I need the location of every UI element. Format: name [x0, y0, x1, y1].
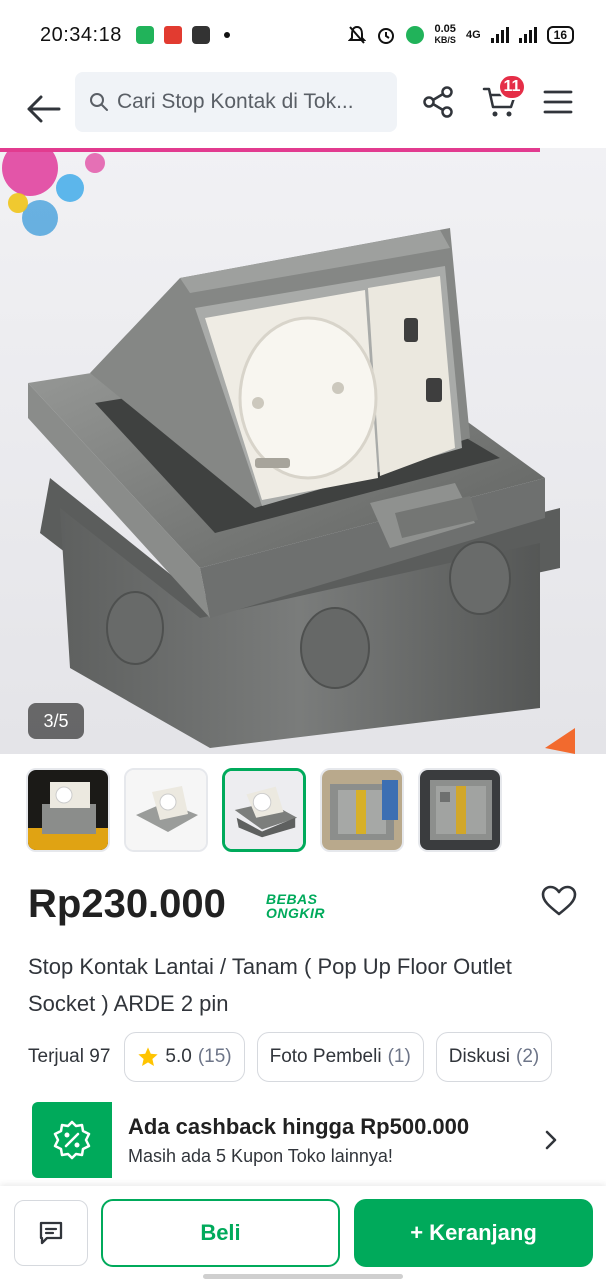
signal-icon — [490, 27, 509, 43]
thumbnail-5[interactable] — [418, 768, 502, 852]
thumbnail-strip — [26, 768, 502, 852]
cart-button[interactable]: 11 — [472, 74, 528, 130]
coupon-icon — [32, 1102, 112, 1178]
wishlist-button[interactable] — [538, 880, 580, 922]
vpn-icon — [406, 26, 425, 44]
product-image-gallery[interactable]: 3/5 — [0, 148, 606, 754]
thumbnail-image — [420, 770, 500, 850]
arrow-left-icon — [27, 95, 61, 123]
notification-icons — [135, 26, 230, 44]
thumbnail-4[interactable] — [320, 768, 404, 852]
cart-count-badge: 11 — [498, 74, 526, 100]
heart-icon — [541, 885, 577, 916]
network-type: 4G — [465, 29, 481, 41]
buy-now-button[interactable]: Beli — [101, 1199, 340, 1267]
rating-chip[interactable]: 5.0 (15) — [124, 1032, 245, 1082]
free-shipping-line1: BEBAS — [266, 891, 318, 907]
network-speed-value: 0.05 — [434, 23, 456, 35]
network-speed: 0.05 KB/S — [434, 24, 456, 46]
hamburger-menu-icon — [543, 90, 573, 114]
product-stats: Terjual 97 5.0 (15) Foto Pembeli (1) Dis… — [28, 1032, 553, 1082]
alarm-icon — [378, 28, 395, 44]
free-shipping-badge: BEBAS ONGKIR — [266, 892, 325, 920]
signal-icon-2 — [518, 27, 537, 43]
thumbnail-image — [28, 770, 108, 850]
bottom-action-bar: Beli + Keranjang — [0, 1186, 606, 1280]
chevron-right-icon — [545, 1130, 557, 1150]
buyer-photos-count: (1) — [387, 1046, 411, 1067]
system-icons: 0.05 KB/S 4G 16 — [348, 24, 574, 46]
free-shipping-line2: ONGKIR — [266, 905, 325, 921]
app-notification-icon — [135, 26, 154, 44]
back-button[interactable] — [14, 79, 74, 139]
cashback-title: Ada cashback hingga Rp500.000 — [128, 1113, 470, 1139]
status-bar: 20:34:18 0.05 KB/S 4G 16 — [0, 0, 606, 70]
sold-count: Terjual 97 — [28, 1046, 111, 1067]
status-time: 20:34:18 — [40, 23, 122, 46]
discussion-label: Diskusi — [448, 1046, 511, 1067]
discussion-chip[interactable]: Diskusi (2) — [435, 1032, 553, 1082]
search-placeholder: Cari Stop Kontak di Tok... — [117, 90, 354, 113]
buyer-photos-chip[interactable]: Foto Pembeli (1) — [256, 1032, 424, 1082]
home-indicator — [203, 1274, 403, 1279]
battery-indicator: 16 — [546, 26, 574, 44]
thumbnail-image — [126, 770, 206, 850]
add-to-cart-button[interactable]: + Keranjang — [354, 1199, 593, 1267]
menu-button[interactable] — [530, 74, 586, 130]
thumbnail-image — [322, 770, 402, 850]
product-title: Stop Kontak Lantai / Tanam ( Pop Up Floo… — [28, 954, 512, 1016]
thumbnail-1[interactable] — [26, 768, 110, 852]
discussion-count: (2) — [516, 1046, 540, 1067]
cashback-text: Ada cashback hingga Rp500.000 Masih ada … — [128, 1114, 469, 1167]
buyer-photos-label: Foto Pembeli — [269, 1046, 382, 1067]
product-image — [0, 148, 606, 754]
search-icon — [90, 93, 108, 111]
search-input[interactable]: Cari Stop Kontak di Tok... — [75, 72, 397, 132]
image-counter: 3/5 — [28, 703, 84, 739]
chat-button[interactable] — [14, 1200, 88, 1266]
network-speed-unit: KB/S — [434, 35, 456, 45]
thumbnail-2[interactable] — [124, 768, 208, 852]
bag-notification-icon — [191, 26, 210, 44]
mute-icon — [348, 25, 367, 44]
chat-icon — [39, 1221, 63, 1245]
rating-count: (15) — [197, 1046, 232, 1067]
thumbnail-3[interactable] — [222, 768, 306, 852]
discount-badge-icon — [53, 1120, 91, 1160]
top-navigation: Cari Stop Kontak di Tok... 11 — [0, 70, 606, 148]
product-price: Rp230.000 — [28, 882, 226, 926]
cashback-banner[interactable]: Ada cashback hingga Rp500.000 Masih ada … — [32, 1100, 576, 1180]
rating-value: 5.0 — [165, 1046, 192, 1067]
cashback-subtitle: Masih ada 5 Kupon Toko lainnya! — [128, 1145, 393, 1166]
share-icon — [423, 86, 453, 118]
star-icon — [138, 1047, 159, 1066]
app-notification-icon — [163, 26, 182, 44]
more-notifications-icon — [223, 32, 230, 38]
share-button[interactable] — [410, 74, 466, 130]
thumbnail-image — [225, 771, 303, 849]
